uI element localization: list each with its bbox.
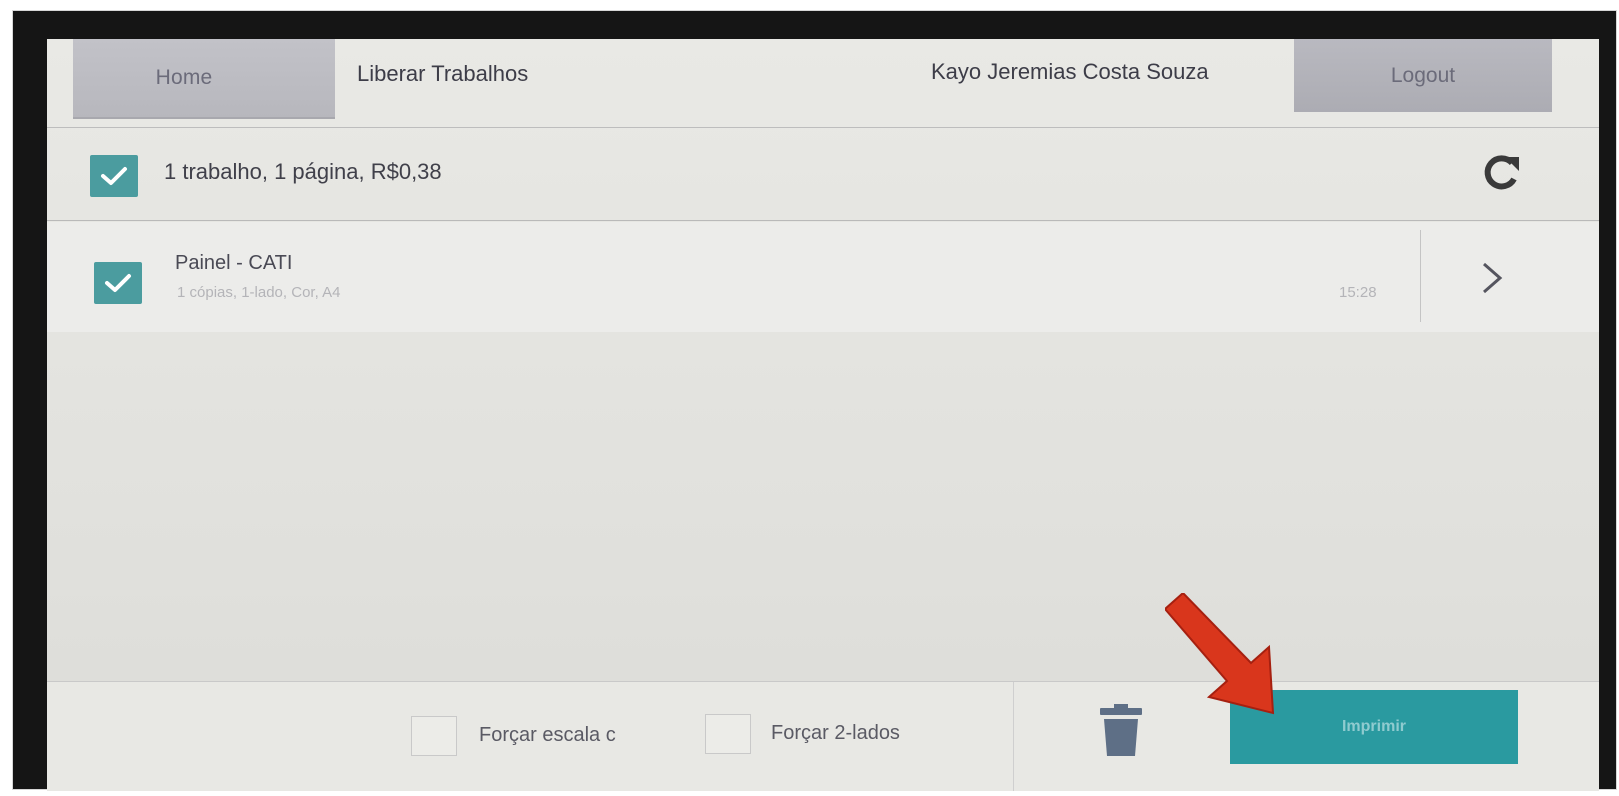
job-checkbox[interactable] [94,262,142,304]
force-scale-checkbox[interactable] [411,716,457,756]
page-title: Liberar Trabalhos [357,61,529,86]
force-duplex-checkbox[interactable] [705,714,751,754]
check-icon [101,167,127,185]
header-divider [47,127,1599,128]
logout-button-label: Logout [1390,63,1456,87]
bottom-bar: Forçar escala c Forçar 2-lados Imprimir [47,681,1599,791]
force-scale-label[interactable]: Forçar escala c [479,724,616,747]
job-details: 1 cópias, 1-lado, Cor, A4 [177,284,341,301]
job-name: Painel - CATI [175,252,293,274]
chevron-right-icon[interactable] [1480,260,1504,296]
refresh-icon[interactable] [1479,151,1523,195]
printer-screen: Home Liberar Trabalhos Kayo Jeremias Cos… [47,39,1599,791]
force-duplex-label[interactable]: Forçar 2-lados [771,722,900,745]
summary-divider [47,220,1599,221]
print-button-label: Imprimir [1341,718,1406,735]
trash-icon[interactable] [1098,704,1144,758]
job-time: 15:28 [1339,284,1377,301]
job-row[interactable]: Painel - CATI 1 cópias, 1-lado, Cor, A4 … [47,222,1599,332]
user-name: Kayo Jeremias Costa Souza [931,59,1209,84]
summary-row: 1 trabalho, 1 página, R$0,38 [47,131,1599,221]
home-button[interactable]: Home [73,39,335,119]
home-button-label: Home [155,66,213,89]
logout-button[interactable]: Logout [1294,39,1552,112]
check-icon [105,274,131,292]
photo-frame: Home Liberar Trabalhos Kayo Jeremias Cos… [12,10,1617,791]
select-all-checkbox[interactable] [90,155,138,197]
job-separator [1420,230,1421,322]
summary-text: 1 trabalho, 1 página, R$0,38 [164,159,442,184]
footer-separator [1013,682,1014,791]
top-bar: Home Liberar Trabalhos Kayo Jeremias Cos… [47,39,1599,131]
red-arrow-icon [1165,593,1275,715]
